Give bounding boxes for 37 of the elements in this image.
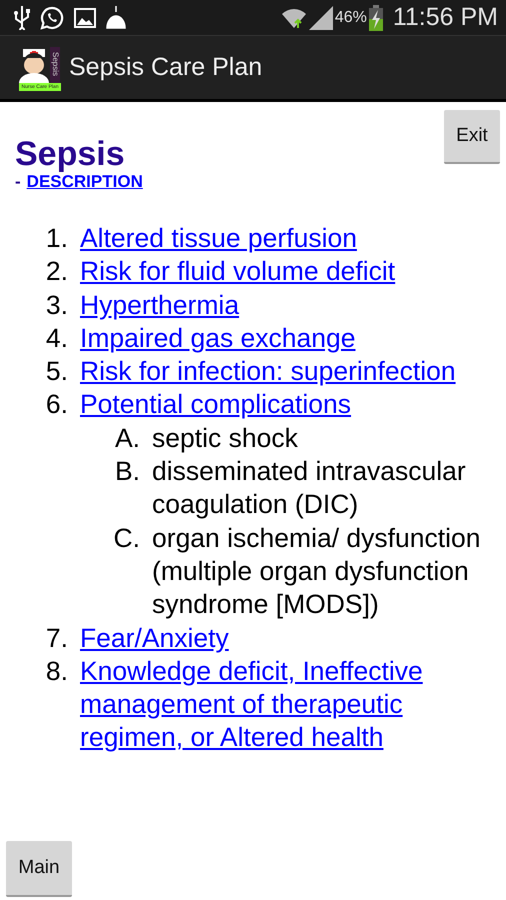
item-number: 5.: [44, 355, 69, 388]
item-number: B.: [114, 455, 141, 488]
item-number: A.: [114, 422, 141, 455]
care-plan-link[interactable]: Hyperthermia: [80, 288, 240, 322]
item-number: 1.: [44, 222, 69, 255]
care-plan-link[interactable]: Altered tissue perfusion: [80, 222, 357, 256]
item-number: 7.: [44, 622, 69, 655]
care-plan-link[interactable]: Knowledge deficit, Ineffective management of therapeutic regimen, or Altered health: [80, 654, 498, 755]
signal-icon: [308, 6, 333, 30]
complication-text: organ ischemia/ dysfunction (multiple organ dysfunction syndrome [MODS]): [152, 522, 482, 622]
app-title: Sepsis Care Plan: [69, 53, 262, 82]
item-number: 4.: [44, 322, 69, 355]
item-number: 8.: [44, 654, 69, 688]
care-plan-link[interactable]: Impaired gas exchange: [80, 322, 356, 356]
clock-time: 11:56 PM: [392, 3, 498, 32]
exit-button[interactable]: Exit: [444, 110, 500, 164]
battery-charging-icon: [368, 4, 383, 30]
complication-text: disseminated intravascular coagulation (DIC): [152, 455, 467, 522]
usb-icon: [14, 6, 30, 30]
item-number: 2.: [44, 255, 69, 288]
image-icon: [74, 8, 96, 28]
dome-icon: [106, 6, 126, 30]
item-number: 6.: [44, 388, 69, 422]
main-button[interactable]: Main: [6, 841, 72, 897]
logo-side-text: Sepsis: [50, 46, 60, 82]
dash-text: -: [15, 172, 21, 192]
item-number: 3.: [44, 288, 69, 322]
item-number: C.: [112, 522, 141, 555]
chat-bubble-icon: [40, 6, 64, 30]
battery-percentage: 46%: [334, 8, 367, 26]
description-link[interactable]: DESCRIPTION: [26, 172, 143, 192]
care-plan-link[interactable]: Fear/Anxiety: [80, 622, 229, 655]
care-plan-link[interactable]: Risk for infection: superinfection: [80, 355, 456, 388]
care-plan-link[interactable]: Risk for fluid volume deficit: [80, 255, 396, 289]
page-title: Sepsis: [15, 136, 126, 172]
complication-text: septic shock: [152, 422, 298, 455]
care-plan-link[interactable]: Potential complications: [80, 388, 498, 422]
